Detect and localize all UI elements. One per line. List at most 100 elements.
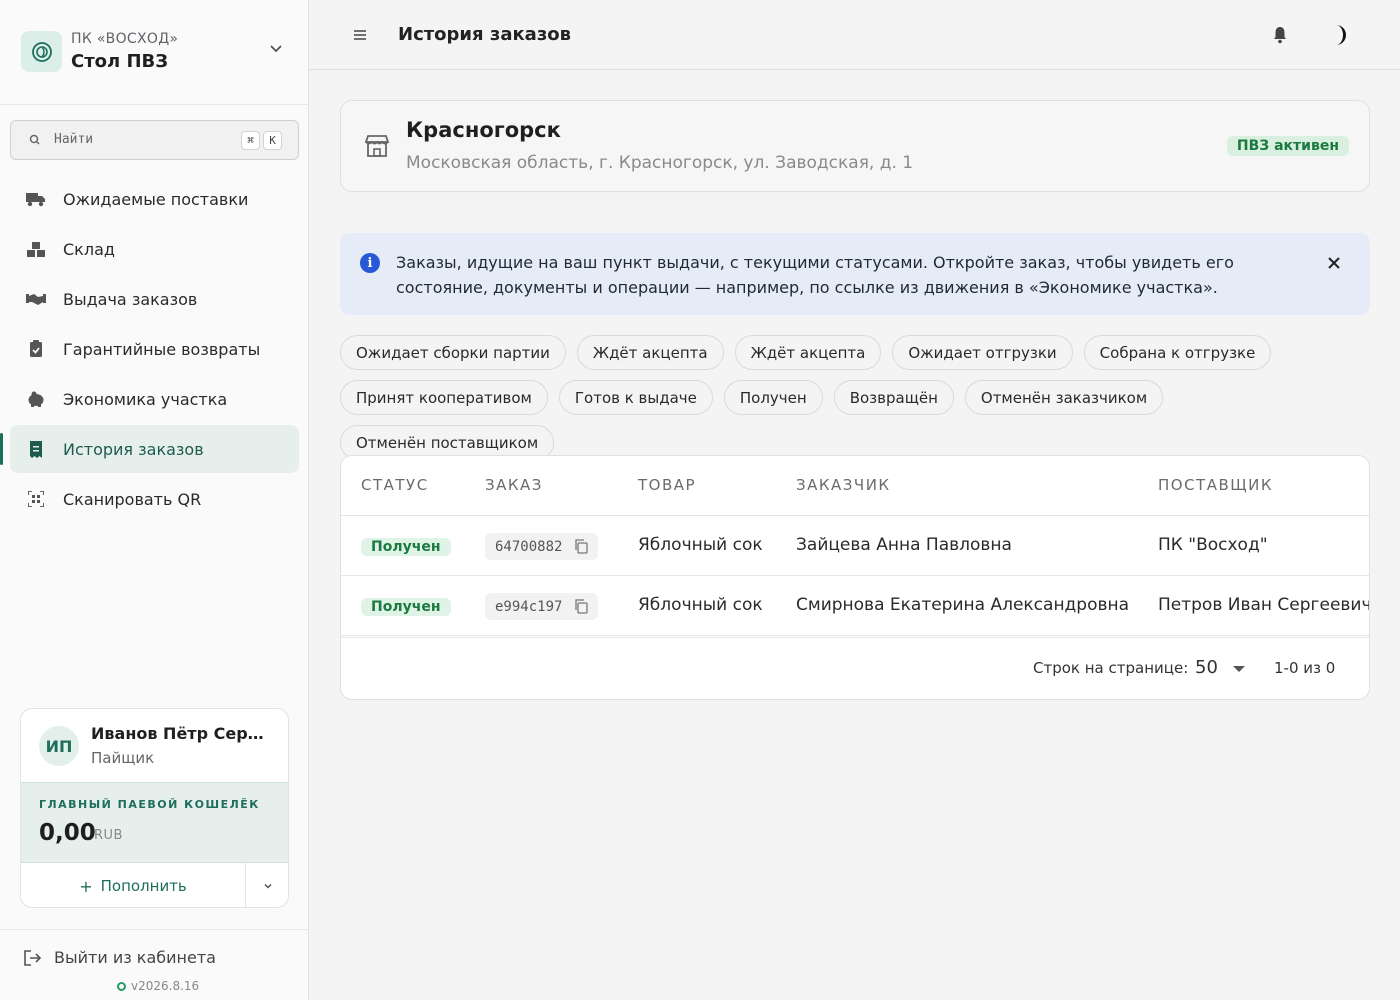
- piggy-bank-icon: [26, 390, 46, 408]
- wallet-currency: RUB: [94, 828, 123, 843]
- shortcut-key-cmd: ⌘: [241, 131, 260, 150]
- org-switcher[interactable]: ПК «ВОСХОД» Стол ПВЗ: [0, 0, 308, 105]
- filter-chip[interactable]: Ждёт акцепта: [576, 335, 724, 370]
- filter-chip[interactable]: Возвращён: [833, 380, 954, 415]
- truck-icon: [26, 190, 46, 208]
- pickup-point-address: Московская область, г. Красногорск, ул. …: [406, 153, 914, 173]
- order-id-value: 64700882: [495, 538, 563, 555]
- filter-chip[interactable]: Ожидает сборки партии: [340, 335, 566, 370]
- user-role: Пайщик: [91, 749, 155, 767]
- moon-icon[interactable]: [1325, 21, 1353, 49]
- filter-chip[interactable]: Готов к выдаче: [558, 380, 713, 415]
- table-pagination: Строк на странице: 50 1-0 из 0: [341, 637, 1369, 699]
- orders-table: СТАТУС ЗАКАЗ ТОВАР ЗАКАЗЧИК ПОСТАВЩИК По…: [340, 455, 1370, 700]
- column-header-status[interactable]: СТАТУС: [361, 476, 429, 494]
- logout-icon: [24, 949, 42, 966]
- sidebar-item-label: Склад: [63, 239, 115, 259]
- sidebar: ПК «ВОСХОД» Стол ПВЗ Найти ⌘ K Ожидаемые…: [0, 0, 309, 1000]
- sidebar-item-warranty-returns[interactable]: Гарантийные возвраты: [10, 325, 299, 373]
- filter-chip[interactable]: Отменён заказчиком: [964, 380, 1164, 415]
- avatar[interactable]: ИП: [39, 726, 79, 766]
- table-header: СТАТУС ЗАКАЗ ТОВАР ЗАКАЗЧИК ПОСТАВЩИК: [341, 456, 1369, 516]
- page-title: История заказов: [398, 24, 572, 45]
- clipboard-check-icon: [26, 340, 46, 358]
- status-badge: Получен: [361, 598, 451, 616]
- info-text: Заказы, идущие на ваш пункт выдачи, с те…: [396, 253, 1234, 297]
- org-logo-icon: [21, 31, 62, 72]
- org-name: Стол ПВЗ: [71, 51, 169, 72]
- copy-icon[interactable]: [574, 539, 588, 554]
- topup-menu-button[interactable]: [246, 863, 288, 907]
- org-subtitle: ПК «ВОСХОД»: [71, 31, 179, 47]
- status-dot-icon: [117, 981, 126, 991]
- topup-label: Пополнить: [100, 877, 187, 895]
- sidebar-item-label: Экономика участка: [63, 389, 228, 409]
- filter-chip[interactable]: Ждёт акцепта: [734, 335, 882, 370]
- column-header-supplier[interactable]: ПОСТАВЩИК: [1158, 476, 1273, 494]
- wallet-title: ГЛАВНЫЙ ПАЕВОЙ КОШЕЛЁК: [39, 798, 260, 811]
- copy-icon[interactable]: [574, 599, 588, 614]
- filter-chip[interactable]: Ожидает отгрузки: [892, 335, 1073, 370]
- product-cell: Яблочный сок: [638, 535, 763, 555]
- close-icon[interactable]: [1324, 253, 1344, 273]
- receipt-icon: [26, 440, 46, 458]
- user-card: ИП Иванов Пётр Сергеевич Пайщик ГЛАВНЫЙ …: [20, 708, 289, 908]
- pickup-point-city: Красногорск: [406, 118, 561, 142]
- pickup-point-card: Красногорск Московская область, г. Красн…: [340, 100, 1370, 192]
- product-cell: Яблочный сок: [638, 595, 763, 615]
- sidebar-item-label: Выдача заказов: [63, 289, 198, 309]
- logout-label: Выйти из кабинета: [54, 948, 216, 967]
- store-icon: [364, 135, 390, 157]
- sidebar-item-scan-qr[interactable]: Сканировать QR: [10, 475, 299, 523]
- search-icon: [29, 134, 40, 145]
- rows-per-page-label: Строк на странице:: [1033, 659, 1189, 677]
- sidebar-item-warehouse[interactable]: Склад: [10, 225, 299, 273]
- search-placeholder: Найти: [54, 132, 94, 147]
- sidebar-item-expected-deliveries[interactable]: Ожидаемые поставки: [10, 175, 299, 223]
- customer-cell: Зайцева Анна Павловна: [796, 535, 1012, 555]
- sidebar-footer: Выйти из кабинета v2026.8.16: [0, 929, 308, 1000]
- sidebar-item-site-economics[interactable]: Экономика участка: [10, 375, 299, 423]
- status-badge: ПВЗ активен: [1226, 136, 1349, 156]
- info-banner: i Заказы, идущие на ваш пункт выдачи, с …: [340, 233, 1370, 315]
- column-header-product[interactable]: ТОВАР: [638, 476, 696, 494]
- sidebar-item-label: Сканировать QR: [63, 489, 202, 509]
- plus-icon: +: [79, 876, 93, 896]
- column-header-customer[interactable]: ЗАКАЗЧИК: [796, 476, 891, 494]
- info-icon: i: [360, 253, 380, 273]
- version-info: v2026.8.16: [117, 979, 199, 993]
- table-row[interactable]: Получен 64700882 Яблочный сок Зайцева Ан…: [341, 516, 1369, 576]
- user-name: Иванов Пётр Сергеевич: [91, 724, 271, 743]
- version-label: v2026.8.16: [131, 979, 200, 993]
- boxes-icon: [26, 240, 46, 258]
- filter-chip[interactable]: Собрана к отгрузке: [1083, 335, 1272, 370]
- qr-scan-icon: [26, 490, 46, 508]
- sidebar-item-label: Ожидаемые поставки: [63, 189, 249, 209]
- sidebar-item-label: История заказов: [63, 439, 204, 459]
- handshake-icon: [26, 290, 46, 308]
- order-id-value: e994c197: [495, 598, 563, 615]
- chevron-down-icon[interactable]: [266, 38, 286, 58]
- topup-button[interactable]: + Пополнить: [21, 863, 246, 907]
- order-id: 64700882: [485, 533, 598, 560]
- column-header-order[interactable]: ЗАКАЗ: [485, 476, 543, 494]
- shortcut-key-k: K: [263, 131, 282, 150]
- bell-icon[interactable]: [1271, 25, 1289, 45]
- active-indicator: [0, 433, 3, 465]
- search-input[interactable]: Найти ⌘ K: [10, 120, 299, 160]
- topbar: История заказов: [309, 0, 1400, 70]
- supplier-cell: Петров Иван Сергеевич: [1158, 595, 1370, 615]
- wallet-panel: ГЛАВНЫЙ ПАЕВОЙ КОШЕЛЁК 0,00 RUB: [21, 782, 288, 863]
- chevron-down-icon: [264, 883, 272, 889]
- caret-down-icon[interactable]: [1233, 666, 1245, 672]
- sidebar-item-label: Гарантийные возвраты: [63, 339, 261, 359]
- sidebar-item-order-history[interactable]: История заказов: [0, 425, 299, 473]
- logout-button[interactable]: Выйти из кабинета: [24, 948, 216, 967]
- menu-icon[interactable]: [351, 26, 369, 44]
- table-row[interactable]: Получен e994c197 Яблочный сок Смирнова Е…: [341, 576, 1370, 636]
- filter-chip[interactable]: Получен: [723, 380, 823, 415]
- status-filter-chips: Ожидает сборки партии Ждёт акцепта Ждёт …: [340, 335, 1370, 470]
- rows-per-page-select[interactable]: 50: [1195, 657, 1218, 678]
- filter-chip[interactable]: Принят кооперативом: [340, 380, 548, 415]
- sidebar-item-order-issue[interactable]: Выдача заказов: [10, 275, 299, 323]
